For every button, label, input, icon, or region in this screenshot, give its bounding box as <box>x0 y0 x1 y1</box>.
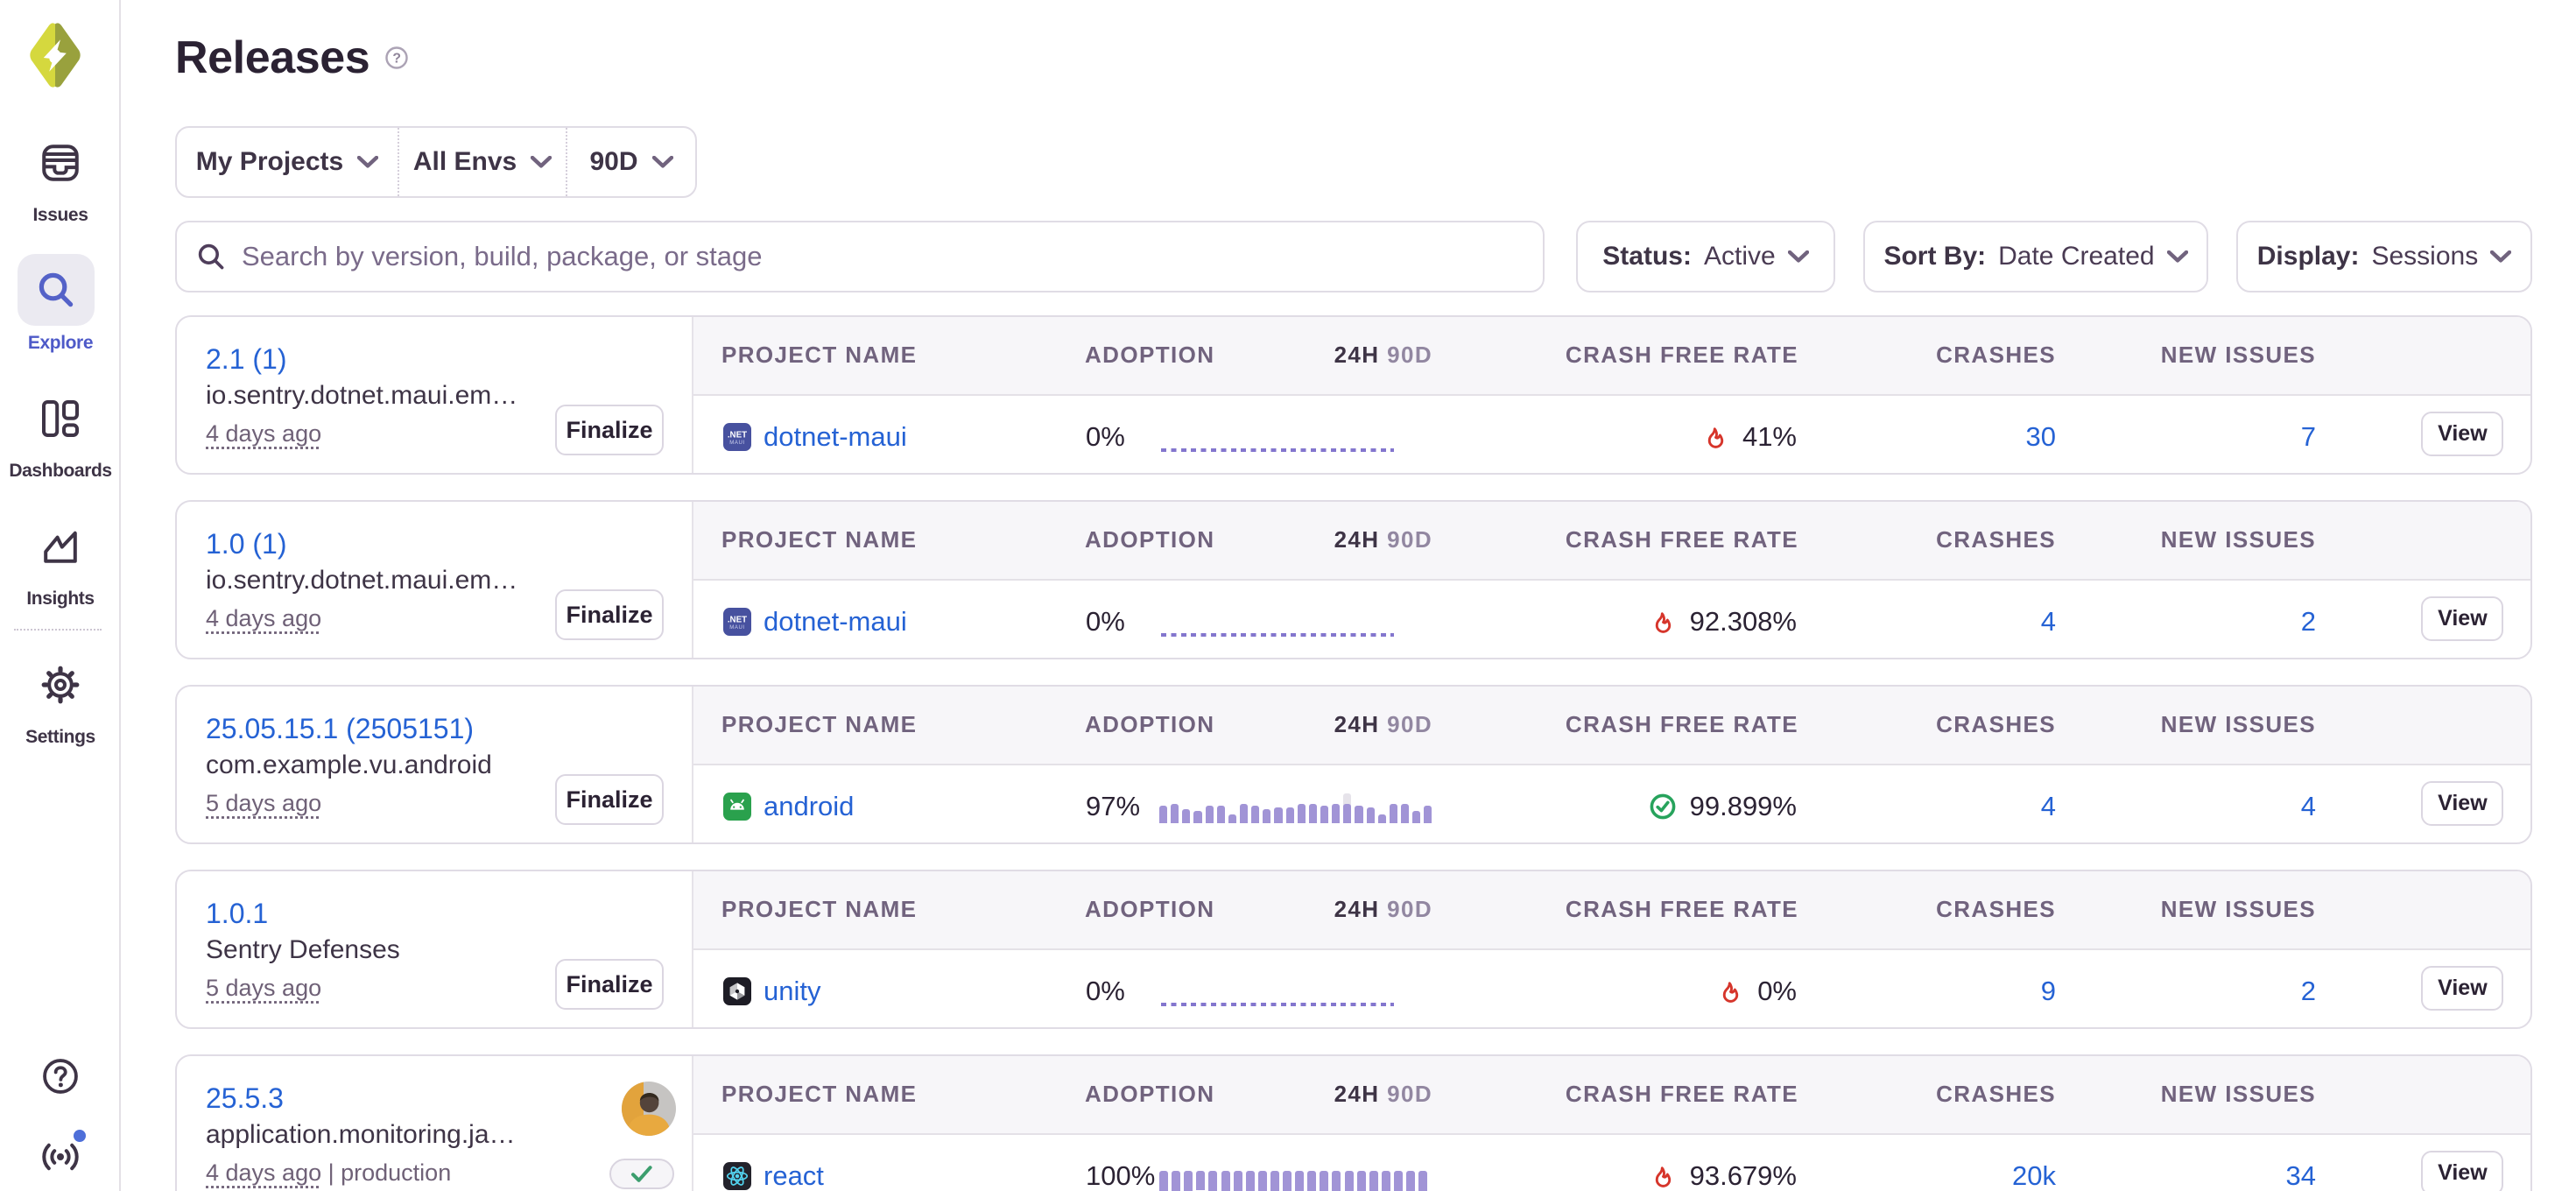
svg-text:.NET: .NET <box>728 616 747 625</box>
svg-text:MAUI: MAUI <box>729 440 744 446</box>
svg-text:.NET: .NET <box>728 431 747 440</box>
svg-text:MAUI: MAUI <box>729 625 744 631</box>
svg-text:?: ? <box>393 52 401 67</box>
